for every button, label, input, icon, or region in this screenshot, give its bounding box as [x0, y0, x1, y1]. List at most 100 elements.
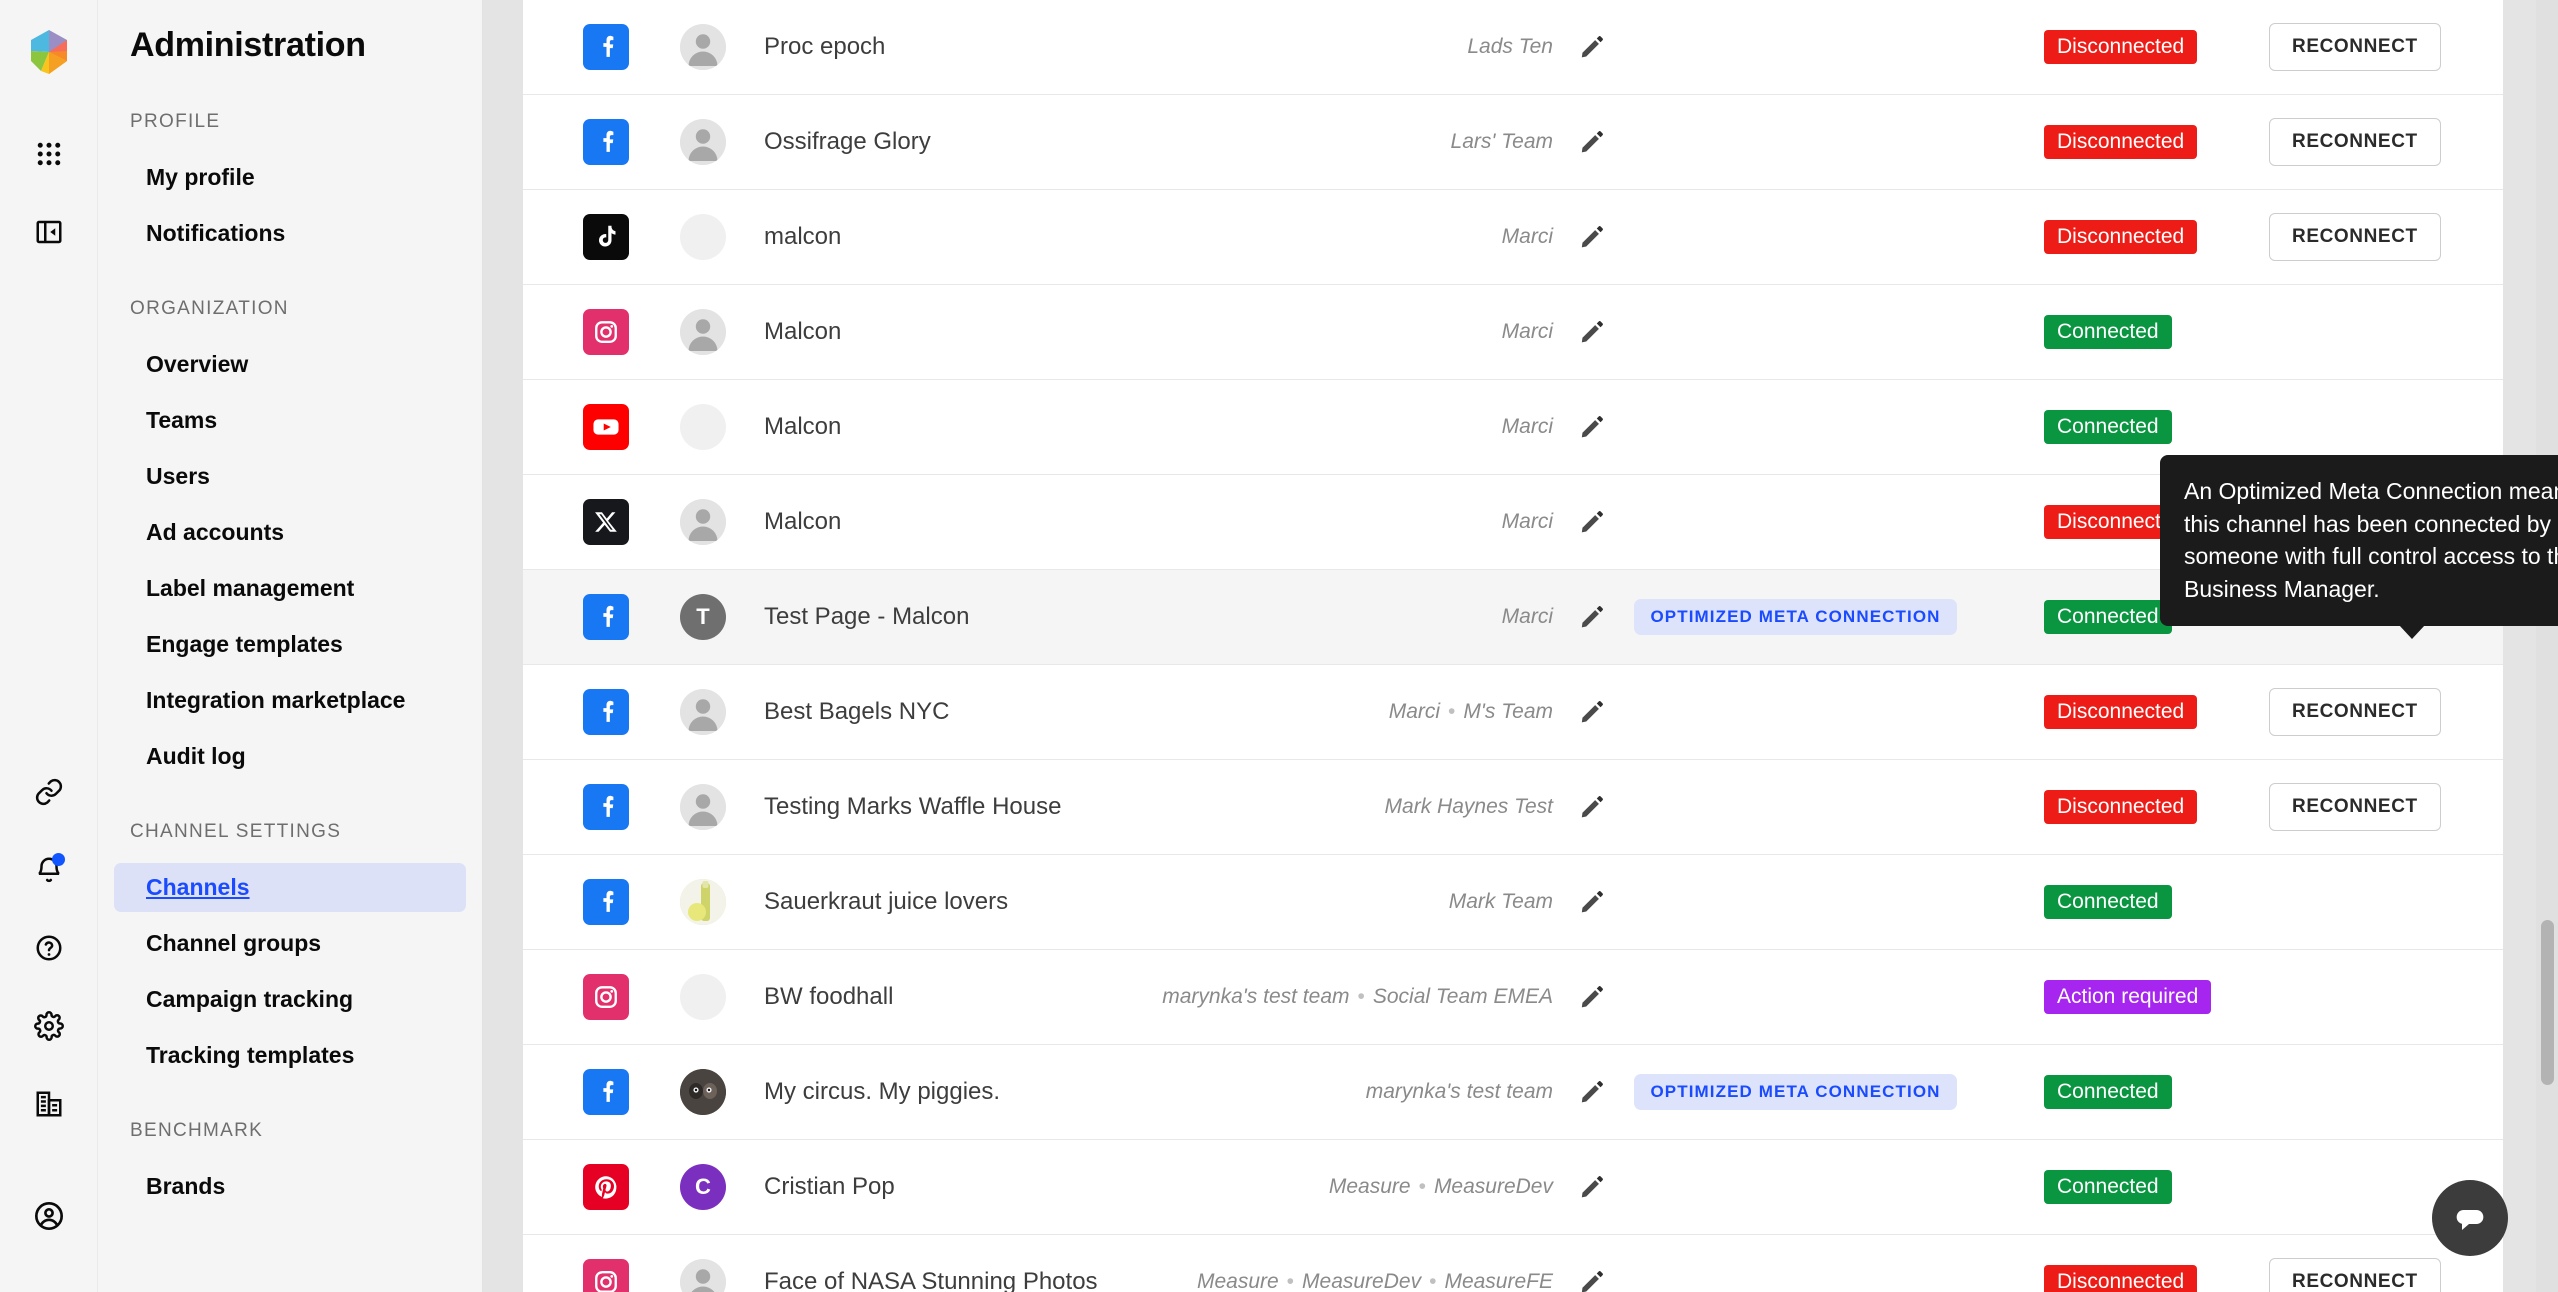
sidebar-item-my-profile[interactable]: My profile	[114, 153, 466, 202]
sidebar-item-engage-templates[interactable]: Engage templates	[114, 620, 466, 669]
pencil-edit-icon[interactable]	[1579, 34, 1605, 60]
sidebar-item-tracking-templates[interactable]: Tracking templates	[114, 1031, 466, 1080]
pencil-edit-icon[interactable]	[1579, 509, 1605, 535]
sidebar-item-teams[interactable]: Teams	[114, 396, 466, 445]
facebook-icon	[583, 1069, 629, 1115]
table-row[interactable]: Malcon Marci Connected	[523, 285, 2503, 380]
sidebar-group-channel-settings: CHANNEL SETTINGS Channels Channel groups…	[98, 821, 482, 1080]
status-badge: Disconnected	[2044, 1265, 2198, 1292]
table-row[interactable]: malcon Marci Disconnected RECONNECT	[523, 190, 2503, 285]
pencil-edit-icon[interactable]	[1579, 1174, 1605, 1200]
status-slot: Connected	[2044, 885, 2249, 919]
sidebar-item-channel-groups[interactable]: Channel groups	[114, 919, 466, 968]
table-row[interactable]: Sauerkraut juice lovers Mark Team Connecte…	[523, 855, 2503, 950]
team-name: MeasureDev	[1433, 1175, 1553, 1198]
pencil-edit-icon[interactable]	[1579, 129, 1605, 155]
brand-hexagon-logo[interactable]	[23, 26, 75, 78]
team-name: Marci	[1388, 700, 1441, 723]
sidebar-item-users[interactable]: Users	[114, 452, 466, 501]
pencil-edit-icon[interactable]	[1579, 319, 1605, 345]
vertical-scrollbar[interactable]	[2536, 0, 2558, 1292]
table-row[interactable]: My circus. My piggies. marynka's test tea…	[523, 1045, 2503, 1140]
status-slot: Connected	[2044, 315, 2249, 349]
sidebar-item-ad-accounts[interactable]: Ad accounts	[114, 508, 466, 557]
pencil-edit-icon[interactable]	[1579, 984, 1605, 1010]
reconnect-button[interactable]: RECONNECT	[2269, 213, 2441, 261]
sidebar-item-campaign-tracking[interactable]: Campaign tracking	[114, 975, 466, 1024]
team-name: Mark Haynes Test	[1384, 795, 1553, 818]
sidebar-item-integration-marketplace[interactable]: Integration marketplace	[114, 676, 466, 725]
table-row[interactable]: Ossifrage Glory Lars' Team Disconnected REC…	[523, 95, 2503, 190]
optimized-meta-connection-tooltip: An Optimized Meta Connection means that …	[2160, 455, 2558, 639]
sidebar-group-label: BENCHMARK	[130, 1120, 264, 1141]
notification-badge-dot	[51, 853, 65, 866]
table-row[interactable]: C Cristian Pop Measure • MeasureDev Connected	[523, 1140, 2503, 1235]
optimized-meta-connection-slot: OPTIMIZED META CONNECTION	[1633, 1074, 1958, 1110]
team-list: Lads Ten	[1467, 35, 1553, 59]
sidebar-item-brands[interactable]: Brands	[114, 1162, 466, 1211]
status-badge: Action required	[2044, 980, 2212, 1014]
pencil-edit-icon[interactable]	[1579, 1269, 1605, 1292]
action-slot: RECONNECT	[2269, 688, 2469, 736]
user-circle-icon[interactable]	[23, 1190, 75, 1242]
table-row[interactable]: Face of NASA Stunning Photos Measure • Meas…	[523, 1235, 2503, 1292]
channel-name: Sauerkraut juice lovers	[764, 888, 1009, 915]
reconnect-button[interactable]: RECONNECT	[2269, 1258, 2441, 1292]
status-slot: Disconnected	[2044, 695, 2249, 729]
sidebar-item-overview[interactable]: Overview	[114, 340, 466, 389]
table-row[interactable]: Testing Marks Waffle House Mark Haynes Te…	[523, 760, 2503, 855]
apps-grid-icon[interactable]	[23, 128, 75, 180]
avatar	[680, 119, 726, 165]
link-icon[interactable]	[23, 766, 75, 818]
sidebar-item-label-management[interactable]: Label management	[114, 564, 466, 613]
gear-icon[interactable]	[23, 1000, 75, 1052]
team-name: Mark Team	[1448, 890, 1553, 913]
pencil-edit-icon[interactable]	[1579, 224, 1605, 250]
instagram-icon	[583, 1259, 629, 1292]
optimized-meta-connection-badge[interactable]: OPTIMIZED META CONNECTION	[1634, 1074, 1957, 1110]
chat-bubble-icon[interactable]	[2432, 1180, 2508, 1256]
pencil-edit-icon[interactable]	[1579, 889, 1605, 915]
team-name: Measure	[1196, 1270, 1279, 1292]
team-name: Marci	[1501, 225, 1553, 248]
table-row[interactable]: BW foodhall marynka's test team • Social Te…	[523, 950, 2503, 1045]
status-badge: Disconnected	[2044, 790, 2198, 824]
avatar: C	[680, 1164, 726, 1210]
reconnect-button[interactable]: RECONNECT	[2269, 23, 2441, 71]
status-badge: Connected	[2044, 1075, 2172, 1109]
action-slot: RECONNECT	[2269, 783, 2469, 831]
tooltip-text: An Optimized Meta Connection means that …	[2184, 478, 2558, 602]
table-row[interactable]: Best Bagels NYC Marci • M's Team Disconnecte…	[523, 665, 2503, 760]
building-icon[interactable]	[23, 1078, 75, 1130]
optimized-meta-connection-badge[interactable]: OPTIMIZED META CONNECTION	[1634, 599, 1957, 635]
avatar: T	[680, 594, 726, 640]
channel-name: Malcon	[764, 413, 842, 440]
row-right-group: Marci Connected	[1502, 410, 2469, 444]
panel-collapse-icon[interactable]	[23, 206, 75, 258]
table-row[interactable]: Proc epoch Lads Ten Disconnected RECONNECT	[523, 0, 2503, 95]
team-separator: •	[1286, 1270, 1295, 1292]
sidebar-group-label: PROFILE	[130, 111, 221, 132]
action-slot: RECONNECT	[2269, 213, 2469, 261]
action-slot: RECONNECT	[2269, 23, 2469, 71]
reconnect-button[interactable]: RECONNECT	[2269, 118, 2441, 166]
team-name: marynka's test team	[1365, 1080, 1553, 1103]
pencil-edit-icon[interactable]	[1579, 414, 1605, 440]
pencil-edit-icon[interactable]	[1579, 604, 1605, 630]
row-right-group: Marci Disconnected RECONNECT	[1502, 213, 2469, 261]
channel-name: Best Bagels NYC	[764, 698, 950, 725]
reconnect-button[interactable]: RECONNECT	[2269, 688, 2441, 736]
sidebar-item-channels[interactable]: Channels	[114, 863, 466, 912]
sidebar-item-notifications[interactable]: Notifications	[114, 209, 466, 258]
pencil-edit-icon[interactable]	[1579, 794, 1605, 820]
team-name: Marci	[1501, 415, 1553, 438]
reconnect-button[interactable]: RECONNECT	[2269, 783, 2441, 831]
sidebar-item-audit-log[interactable]: Audit log	[114, 732, 466, 781]
bell-icon[interactable]	[23, 844, 75, 896]
scrollbar-thumb[interactable]	[2541, 920, 2554, 1085]
team-separator: •	[1357, 985, 1365, 1008]
pencil-edit-icon[interactable]	[1579, 1079, 1605, 1105]
pencil-edit-icon[interactable]	[1579, 699, 1605, 725]
help-circle-icon[interactable]	[23, 922, 75, 974]
team-separator: •	[1418, 1175, 1426, 1198]
